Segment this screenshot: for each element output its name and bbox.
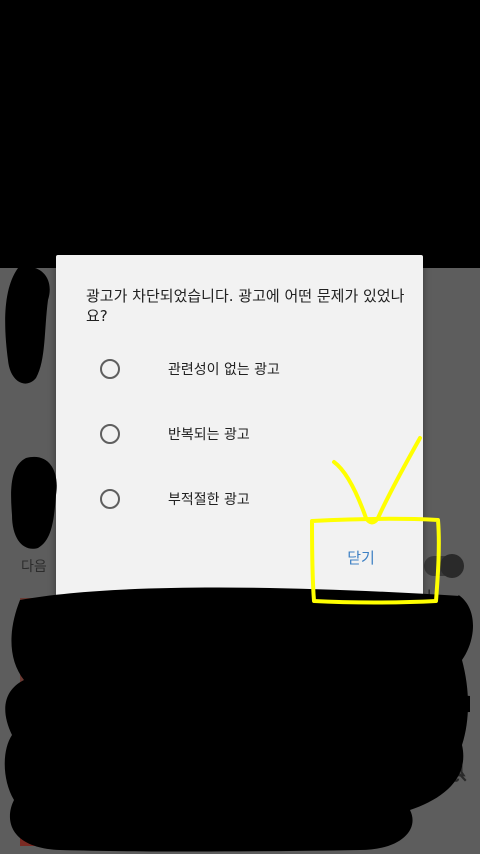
bell-off-icon <box>446 760 467 782</box>
screen: ▼ ! – 다음 ⋮ 광고가 차단되었습니다. 광고에 어떤 문제가 있었나요?… <box>0 0 480 854</box>
autoplay-toggle[interactable] <box>424 554 464 578</box>
radio-button[interactable] <box>100 424 120 444</box>
dialog-title: 광고가 차단되었습니다. 광고에 어떤 문제가 있었나요? <box>86 287 405 325</box>
radio-button[interactable] <box>100 489 120 509</box>
option-repetitive-ad[interactable]: 반복되는 광고 <box>100 416 390 456</box>
video-thumbnail[interactable] <box>20 598 44 708</box>
option-irrelevant-ad[interactable]: 관련성이 없는 광고 <box>100 351 390 391</box>
close-button[interactable]: 닫기 <box>306 537 416 577</box>
divider-dash: – <box>420 672 428 691</box>
option-label: 반복되는 광고 <box>168 427 250 443</box>
more-options-icon[interactable]: ⋮ <box>452 594 466 618</box>
video-thumbnail[interactable] <box>20 765 44 815</box>
exclamation-icon: ! <box>426 586 433 605</box>
option-label: 관련성이 없는 광고 <box>168 362 280 378</box>
autoplay-next-label: 다음 <box>21 559 47 575</box>
radio-button[interactable] <box>100 359 120 379</box>
video-thumbnail[interactable] <box>20 826 220 846</box>
option-inappropriate-ad[interactable]: 부적절한 광고 <box>100 481 390 521</box>
option-label: 부적절한 광고 <box>168 492 250 508</box>
ad-feedback-dialog: 광고가 차단되었습니다. 광고에 어떤 문제가 있었나요? 관련성이 없는 광고… <box>56 255 423 598</box>
